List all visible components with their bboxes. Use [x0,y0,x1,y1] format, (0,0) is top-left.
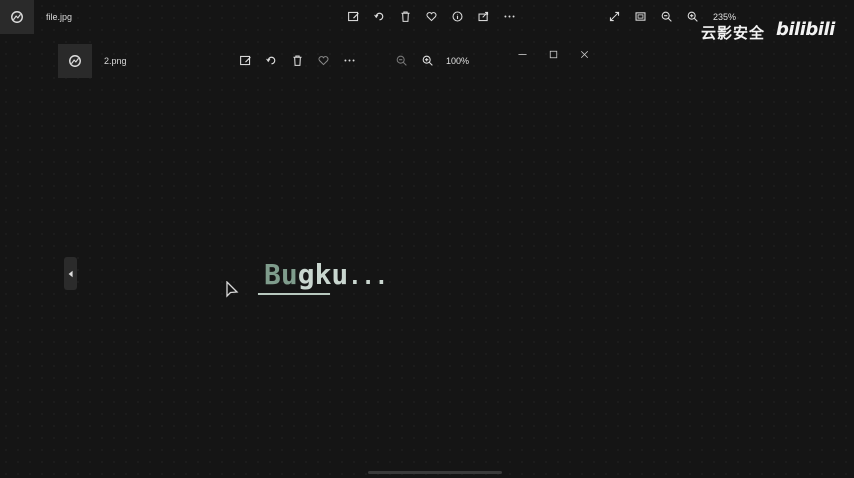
delete-button[interactable] [284,49,310,71]
back-file-name: file.jpg [46,12,73,22]
back-app-icon[interactable] [0,0,34,34]
rotate-button[interactable] [258,49,284,71]
zoom-out-icon [396,55,407,66]
previous-image-button[interactable] [64,257,77,290]
heart-icon [317,55,329,65]
info-icon [452,11,462,21]
zoom-out-button[interactable] [653,5,679,27]
info-button[interactable] [444,5,470,27]
front-zoom-level: 100% [446,56,470,66]
more-button[interactable] [336,49,362,71]
favorite-button[interactable] [310,49,336,71]
maximize-icon [549,50,557,58]
share-icon [478,11,488,21]
front-zoom-controls [388,49,440,71]
close-icon [580,50,588,58]
mouse-cursor-icon [226,281,239,298]
zoom-in-icon [422,55,433,66]
close-button[interactable] [571,43,597,65]
zoom-in-icon [687,11,698,22]
share-button[interactable] [470,5,496,27]
zoom-in-button[interactable] [414,49,440,71]
image-underline [258,293,330,295]
trash-icon [292,55,302,66]
more-icon [503,15,515,17]
image-text-part-2: gku [297,258,349,291]
front-app-icon[interactable] [58,44,92,78]
zoom-out-icon [661,11,672,22]
favorite-button[interactable] [418,5,444,27]
edit-image-button[interactable] [340,5,366,27]
maximize-button[interactable] [540,43,566,65]
expand-button[interactable] [601,5,627,27]
photos-icon [69,55,81,67]
rotate-icon [373,12,383,20]
front-file-name: 2.png [104,56,127,66]
rotate-icon [265,56,275,64]
bilibili-logo: bilibili [776,19,835,40]
photos-icon [11,11,23,23]
image-text: Bugku... [264,258,388,291]
edit-image-icon [239,55,251,65]
edit-image-button[interactable] [232,49,258,71]
back-toolbar [340,5,522,27]
chevron-left-icon [68,270,73,277]
window-controls [509,43,597,65]
front-toolbar [232,49,362,71]
horizontal-scrollbar[interactable] [368,471,502,474]
watermark-text: 云影安全 [701,24,766,42]
fit-icon [635,11,645,21]
back-view-controls [601,5,705,27]
fit-button[interactable] [627,5,653,27]
trash-icon [400,11,410,22]
edit-image-icon [347,11,359,21]
expand-icon [609,11,619,21]
more-icon [343,59,355,61]
image-text-part-3: ... [348,265,389,290]
image-text-part-1: Bu [264,258,298,291]
back-zoom-level: 235% [713,12,737,22]
rotate-button[interactable] [366,5,392,27]
more-button[interactable] [496,5,522,27]
delete-button[interactable] [392,5,418,27]
heart-icon [425,11,437,21]
minimize-icon [517,53,527,55]
minimize-button[interactable] [509,43,535,65]
zoom-out-button[interactable] [388,49,414,71]
